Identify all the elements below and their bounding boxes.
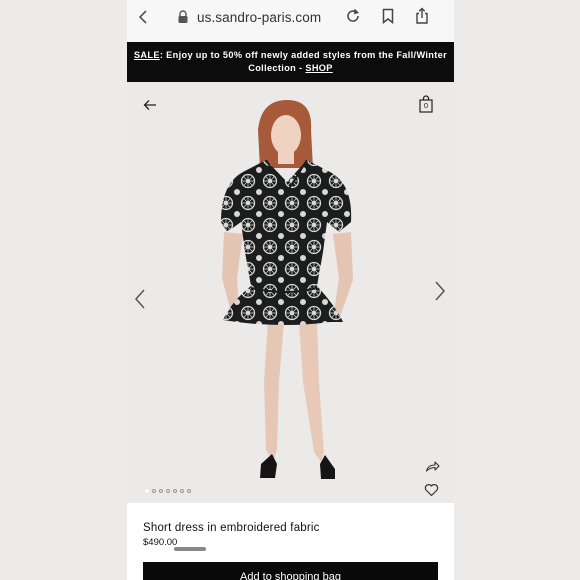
gallery-dot[interactable] <box>173 489 177 493</box>
scroll-indicator <box>174 547 206 551</box>
share-icon[interactable] <box>413 7 431 25</box>
product-price: $490.00 <box>143 537 178 548</box>
add-to-bag-button[interactable]: Add to shopping bag <box>143 562 438 580</box>
gallery-dot[interactable] <box>166 489 170 493</box>
promo-message: : Enjoy up to 50% off newly added styles… <box>159 50 448 73</box>
address-bar[interactable]: us.sandro-paris.com <box>167 4 405 30</box>
forward-share-icon[interactable] <box>425 460 440 473</box>
gallery-dot[interactable] <box>187 489 191 493</box>
gallery-dot[interactable] <box>145 489 149 493</box>
shop-link[interactable]: SHOP <box>305 63 332 73</box>
product-photo <box>221 100 353 479</box>
product-gallery[interactable]: 0 <box>127 82 454 503</box>
chevron-left-icon[interactable] <box>135 8 153 26</box>
gallery-dot[interactable] <box>152 489 156 493</box>
chevron-left-icon[interactable] <box>132 287 148 311</box>
promo-banner: SALE: Enjoy up to 50% off newly added st… <box>127 42 454 82</box>
lock-icon <box>178 10 188 23</box>
reload-icon[interactable] <box>344 7 362 25</box>
gallery-pagination <box>145 489 191 493</box>
arrow-left-icon[interactable] <box>142 97 158 113</box>
url-text: us.sandro-paris.com <box>197 9 322 25</box>
shopping-bag-button[interactable]: 0 <box>418 95 434 113</box>
bookmark-icon[interactable] <box>379 7 397 25</box>
phone-screen: us.sandro-paris.com SALE: Enjoy up to 50… <box>127 0 454 580</box>
chevron-right-icon[interactable] <box>432 279 448 303</box>
gallery-dot[interactable] <box>180 489 184 493</box>
gallery-dot[interactable] <box>159 489 163 493</box>
sale-link[interactable]: SALE <box>134 50 160 60</box>
heart-icon[interactable] <box>424 483 439 497</box>
product-name: Short dress in embroidered fabric <box>143 522 320 534</box>
bag-count: 0 <box>423 101 429 110</box>
browser-toolbar: us.sandro-paris.com <box>127 0 454 42</box>
